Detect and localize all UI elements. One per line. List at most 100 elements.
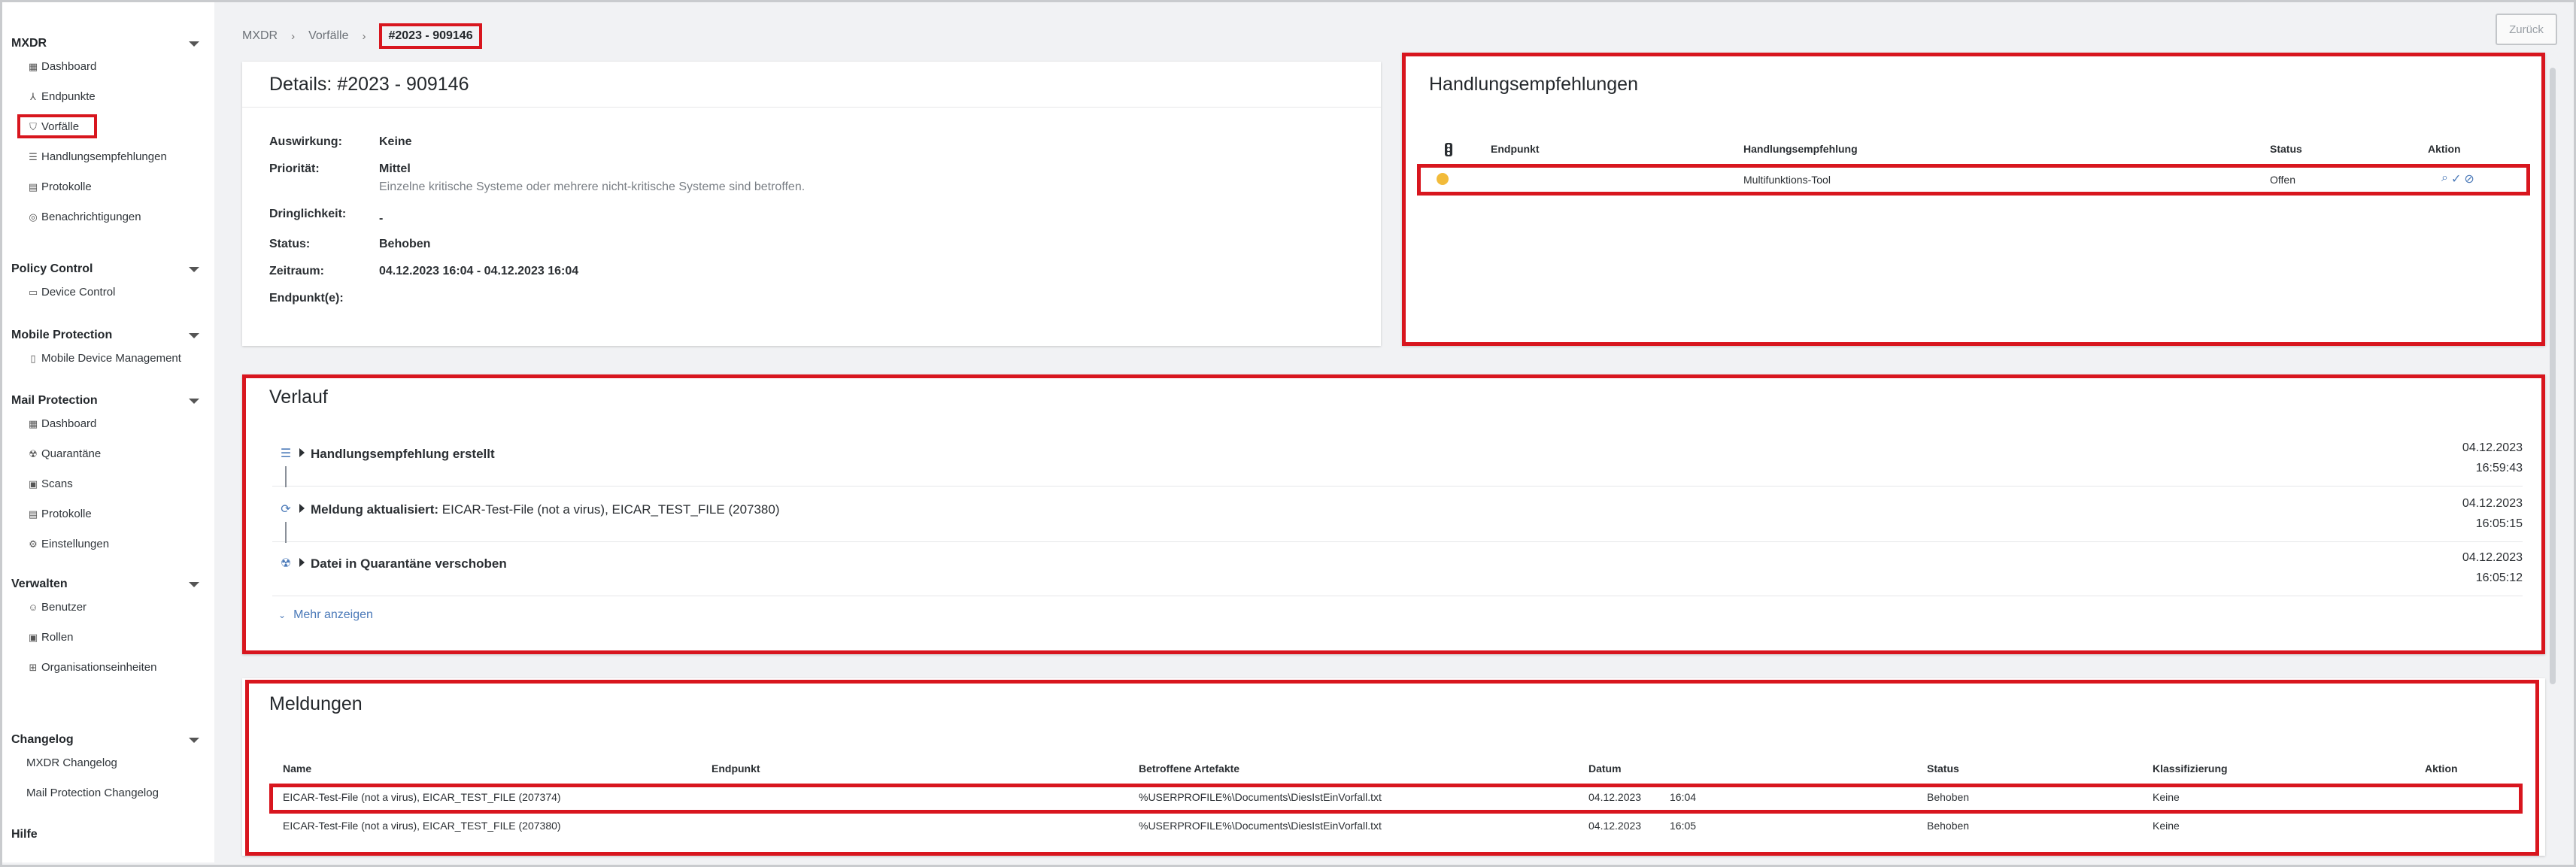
bell-icon: ◎ — [29, 211, 38, 223]
history-item[interactable]: ☢ Datei in Quarantäne verschoben 04.12.2… — [272, 541, 2523, 596]
column-date[interactable]: Datum — [1588, 762, 1622, 775]
history-item[interactable]: ☰ Handlungsempfehlung erstellt 04.12.202… — [272, 432, 2523, 487]
details-title: Details: #2023 - 909146 — [242, 62, 1381, 108]
user-icon: ☺ — [28, 602, 38, 613]
sidebar-item[interactable]: ☰ Handlungsempfehlungen — [11, 142, 199, 172]
sidebar-item-label: Device Control — [41, 286, 116, 299]
sidebar-item[interactable]: ▣ Scans — [11, 469, 199, 499]
column-status[interactable]: Status — [1927, 762, 1959, 775]
sidebar-section: Changelog MXDR Changelog Mail Protection C… — [11, 732, 199, 808]
show-more-link[interactable]: ⌄ Mehr anzeigen — [278, 608, 373, 622]
sidebar-item[interactable]: ⊞ Organisationseinheiten — [11, 653, 199, 683]
caret-down-icon[interactable] — [189, 267, 199, 272]
history-item-text: Datei in Quarantäne verschoben — [299, 556, 507, 571]
sidebar-section-title[interactable]: Mail Protection — [11, 393, 199, 409]
column-name[interactable]: Name — [283, 762, 311, 775]
table-row[interactable]: EICAR-Test-File (not a virus), EICAR_TES… — [269, 812, 2530, 839]
roles-icon: ▣ — [28, 632, 38, 643]
column-artifacts[interactable]: Betroffene Artefakte — [1139, 762, 1239, 775]
detail-label: Zeitraum: — [269, 265, 324, 277]
sidebar-item[interactable]: ▤ Protokolle — [11, 499, 199, 529]
sidebar-item-label: Protokolle — [41, 180, 92, 193]
sidebar-section-title[interactable]: MXDR — [11, 35, 199, 52]
column-endpoint[interactable]: Endpunkt — [712, 762, 760, 775]
chevron-right-icon: › — [362, 29, 366, 43]
sidebar-item[interactable]: ◎ Benachrichtigungen — [11, 202, 199, 232]
history-item-text: Meldung aktualisiert: EICAR-Test-File (n… — [299, 502, 780, 517]
sidebar-item[interactable]: ▯ Mobile Device Management — [11, 344, 199, 374]
breadcrumb-incidents[interactable]: Vorfälle — [308, 29, 348, 43]
history-card: Verlauf ☰ Handlungsempfehlung erstellt 0… — [242, 374, 2545, 654]
message-date: 04.12.2023 — [1588, 820, 1642, 832]
check-icon[interactable]: ✓ — [2451, 171, 2461, 186]
history-time: 16:05:15 — [2475, 517, 2523, 530]
caret-down-icon[interactable] — [189, 41, 199, 47]
table-row[interactable]: EICAR-Test-File (not a virus), EICAR_TES… — [269, 784, 2530, 811]
sidebar-section-title[interactable]: Changelog — [11, 732, 199, 748]
dashboard-icon: ▦ — [28, 61, 38, 72]
table-row[interactable]: Multifunktions-Tool Offen ⌕ ✓ ⊘ — [1417, 164, 2530, 196]
sidebar-item[interactable]: ☺ Benutzer — [11, 593, 199, 623]
caret-down-icon[interactable] — [189, 399, 199, 404]
detail-label: Priorität: — [269, 162, 320, 175]
database-icon: ☰ — [29, 151, 38, 162]
sidebar-item-label: Einstellungen — [41, 538, 110, 550]
expand-caret-icon[interactable] — [299, 504, 305, 513]
history-item-detail: EICAR-Test-File (not a virus), EICAR_TES… — [438, 502, 780, 517]
sidebar-item[interactable]: MXDR Changelog — [11, 748, 199, 778]
message-name: EICAR-Test-File (not a virus), EICAR_TES… — [283, 791, 561, 803]
sidebar-item[interactable]: ☢ Quarantäne — [11, 439, 199, 469]
sidebar-section-title[interactable]: Hilfe — [11, 826, 199, 843]
caret-down-icon[interactable] — [189, 582, 199, 587]
expand-caret-icon[interactable] — [299, 448, 305, 457]
history-title: Verlauf — [269, 387, 328, 408]
block-icon[interactable]: ⊘ — [2464, 171, 2474, 186]
detail-value: Keine — [379, 135, 412, 148]
history-item-timestamp: 04.12.2023 16:05:15 — [2462, 493, 2523, 534]
sidebar-item[interactable]: ⛉ Vorfälle — [11, 112, 199, 142]
expand-caret-icon[interactable] — [299, 558, 305, 567]
column-recommendation[interactable]: Handlungsempfehlung — [1743, 143, 1858, 155]
column-endpoint[interactable]: Endpunkt — [1491, 143, 1540, 155]
messages-card: Meldungen Name Endpunkt Betroffene Artef… — [242, 678, 2545, 856]
message-time: 16:04 — [1670, 791, 1697, 803]
sidebar-item[interactable]: ▤ Protokolle — [11, 172, 199, 202]
scan-icon: ▣ — [28, 478, 38, 490]
caret-down-icon[interactable] — [189, 333, 199, 338]
inspect-icon[interactable]: ⌕ — [2441, 171, 2448, 186]
breadcrumb-mxdr[interactable]: MXDR — [242, 29, 278, 43]
column-status[interactable]: Status — [2270, 143, 2302, 155]
sidebar-section-title[interactable]: Mobile Protection — [11, 327, 199, 344]
back-button[interactable]: Zurück — [2496, 14, 2557, 45]
sidebar-section-title[interactable]: Policy Control — [11, 261, 199, 277]
breadcrumb: MXDR › Vorfälle › #2023 - 909146 — [242, 23, 482, 49]
message-classification: Keine — [2153, 820, 2180, 832]
sidebar-section-title[interactable]: Verwalten — [11, 576, 199, 593]
sidebar-item[interactable]: ⅄ Endpunkte — [11, 82, 199, 112]
details-card: Details: #2023 - 909146 Auswirkung: Kein… — [242, 62, 1381, 346]
sidebar-item[interactable]: ⚙ Einstellungen — [11, 529, 199, 559]
sidebar-section: Mail Protection ▦ Dashboard ☢ Quarantäne ▣ Sca… — [11, 393, 199, 559]
scrollbar[interactable] — [2550, 68, 2556, 684]
recommendations-card: Handlungsempfehlungen Endpunkt Handlungs… — [1402, 53, 2545, 346]
column-classification[interactable]: Klassifizierung — [2153, 762, 2228, 775]
detail-label: Status: — [269, 238, 311, 250]
row-actions: ⌕ ✓ ⊘ — [2441, 171, 2474, 186]
sidebar-item[interactable]: Mail Protection Changelog — [11, 778, 199, 808]
sidebar-item-label: Protokolle — [41, 508, 92, 520]
sidebar-section: Mobile Protection ▯ Mobile Device Manageme… — [11, 327, 199, 374]
sidebar-section-label: Changelog — [11, 733, 74, 746]
history-item[interactable]: ⟳ Meldung aktualisiert: EICAR-Test-File … — [272, 487, 2523, 543]
sidebar-item[interactable]: ▭ Device Control — [11, 277, 199, 308]
sidebar-item[interactable]: ▦ Dashboard — [11, 409, 199, 439]
caret-down-icon[interactable] — [189, 738, 199, 743]
sidebar-item[interactable]: ▣ Rollen — [11, 623, 199, 653]
sidebar-item[interactable]: ▦ Dashboard — [11, 52, 199, 82]
timeline-connector — [285, 522, 287, 543]
sidebar-section-label: MXDR — [11, 37, 47, 50]
message-time: 16:05 — [1670, 820, 1697, 832]
detail-status: Status: Behoben — [269, 238, 430, 251]
history-item-timestamp: 04.12.2023 16:05:12 — [2462, 547, 2523, 588]
document-icon: ▤ — [28, 181, 38, 192]
history-item-label: Datei in Quarantäne verschoben — [311, 556, 507, 571]
